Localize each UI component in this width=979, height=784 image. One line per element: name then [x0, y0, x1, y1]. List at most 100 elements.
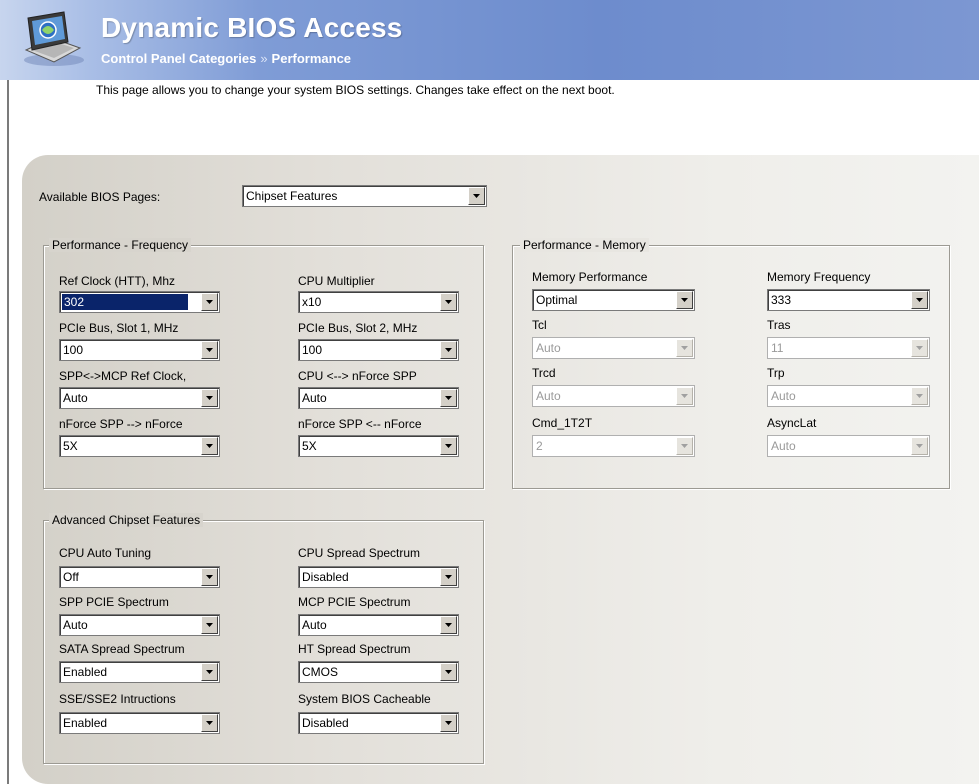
group-title: Performance - Memory: [520, 238, 649, 252]
sse-sse2-instructions-value: Enabled: [63, 716, 108, 730]
cpu-multiplier-select[interactable]: x10: [298, 291, 459, 313]
dropdown-arrow-button[interactable]: [440, 616, 457, 634]
ref-clock-select[interactable]: 302: [59, 291, 220, 313]
chevron-down-icon: [916, 444, 923, 448]
asynclat-label: AsyncLat: [767, 416, 817, 430]
chevron-down-icon: [206, 670, 213, 674]
memory-performance-value: Optimal: [536, 293, 578, 307]
spp-pcie-spectrum-select[interactable]: Auto: [59, 614, 220, 636]
pcie-slot2-select[interactable]: 100: [298, 339, 459, 361]
dropdown-arrow-button[interactable]: [201, 293, 218, 311]
chevron-down-icon: [206, 300, 213, 304]
memory-performance-select[interactable]: Optimal: [532, 289, 695, 311]
dropdown-arrow-button[interactable]: [440, 293, 457, 311]
trp-label: Trp: [767, 366, 785, 380]
nforce-spp-to-nforce-select[interactable]: 5X: [59, 435, 220, 457]
cmd-1t2t-select: 2: [532, 435, 695, 457]
cmd-1t2t-value: 2: [536, 439, 543, 453]
chevron-down-icon: [681, 444, 688, 448]
cpu-multiplier-value: x10: [302, 295, 322, 309]
dropdown-arrow-button[interactable]: [440, 714, 457, 732]
dropdown-arrow-button[interactable]: [440, 437, 457, 455]
pcie-slot1-value: 100: [63, 343, 84, 357]
chevron-down-icon: [681, 346, 688, 350]
intro-text: This page allows you to change your syst…: [96, 83, 615, 97]
nforce-spp-from-nforce-select[interactable]: 5X: [298, 435, 459, 457]
chevron-down-icon: [206, 444, 213, 448]
tcl-select: Auto: [532, 337, 695, 359]
chevron-down-icon: [916, 394, 923, 398]
mcp-pcie-spectrum-select[interactable]: Auto: [298, 614, 459, 636]
asynclat-select: Auto: [767, 435, 930, 457]
cpu-auto-tuning-label: CPU Auto Tuning: [59, 546, 152, 560]
ht-spread-spectrum-label: HT Spread Spectrum: [298, 642, 411, 656]
system-bios-cacheable-select[interactable]: Disabled: [298, 712, 459, 734]
dropdown-arrow-button[interactable]: [201, 616, 218, 634]
sse-sse2-instructions-select[interactable]: Enabled: [59, 712, 220, 734]
tras-label: Tras: [767, 318, 791, 332]
ht-spread-spectrum-select[interactable]: CMOS: [298, 661, 459, 683]
trp-value: Auto: [771, 389, 796, 403]
chevron-down-icon: [445, 444, 452, 448]
dropdown-arrow-button[interactable]: [201, 389, 218, 407]
cpu-spread-spectrum-select[interactable]: Disabled: [298, 566, 459, 588]
dropdown-arrow-button[interactable]: [201, 714, 218, 732]
chevron-down-icon: [445, 670, 452, 674]
dropdown-arrow-button: [676, 437, 693, 455]
system-bios-cacheable-value: Disabled: [302, 716, 349, 730]
dropdown-arrow-button[interactable]: [440, 568, 457, 586]
app-title: Dynamic BIOS Access: [101, 12, 403, 43]
spp-mcp-ref-clock-select[interactable]: Auto: [59, 387, 220, 409]
window-left-border: [7, 80, 9, 784]
ref-clock-label: Ref Clock (HTT), Mhz: [59, 274, 176, 288]
nforce-spp-from-nforce-value: 5X: [302, 439, 317, 453]
chevron-down-icon: [445, 348, 452, 352]
spp-mcp-ref-clock-value: Auto: [63, 391, 88, 405]
ht-spread-spectrum-value: CMOS: [302, 665, 338, 679]
cpu-nforce-spp-select[interactable]: Auto: [298, 387, 459, 409]
dropdown-arrow-button[interactable]: [468, 187, 485, 205]
chevron-down-icon: [445, 575, 452, 579]
chevron-down-icon: [473, 194, 480, 198]
cpu-auto-tuning-select[interactable]: Off: [59, 566, 220, 588]
pcie-slot1-select[interactable]: 100: [59, 339, 220, 361]
dropdown-arrow-button: [676, 387, 693, 405]
tras-value: 11: [771, 341, 784, 355]
memory-frequency-select[interactable]: 333: [767, 289, 930, 311]
trcd-value: Auto: [536, 389, 561, 403]
chevron-down-icon: [206, 721, 213, 725]
breadcrumb-current: Performance: [271, 51, 352, 66]
trcd-select: Auto: [532, 385, 695, 407]
dropdown-arrow-button: [676, 339, 693, 357]
breadcrumb: Control Panel Categories » Performance: [101, 51, 351, 66]
bios-pages-select[interactable]: Chipset Features: [242, 185, 487, 207]
dropdown-arrow-button[interactable]: [911, 291, 928, 309]
dropdown-arrow-button[interactable]: [201, 341, 218, 359]
pcie-slot1-label: PCIe Bus, Slot 1, MHz: [59, 321, 179, 335]
memory-frequency-label: Memory Frequency: [767, 270, 871, 284]
dropdown-arrow-button[interactable]: [201, 437, 218, 455]
dropdown-arrow-button[interactable]: [201, 568, 218, 586]
dropdown-arrow-button[interactable]: [201, 663, 218, 681]
cpu-auto-tuning-value: Off: [63, 570, 79, 584]
dropdown-arrow-button[interactable]: [440, 389, 457, 407]
mcp-pcie-spectrum-label: MCP PCIE Spectrum: [298, 595, 411, 609]
bios-window: Dynamic BIOS Access Control Panel Catego…: [0, 0, 979, 784]
memory-performance-label: Memory Performance: [532, 270, 648, 284]
dropdown-arrow-button[interactable]: [440, 341, 457, 359]
chevron-down-icon: [445, 623, 452, 627]
nforce-spp-to-nforce-value: 5X: [63, 439, 78, 453]
dropdown-arrow-button[interactable]: [676, 291, 693, 309]
tcl-value: Auto: [536, 341, 561, 355]
chevron-down-icon: [445, 721, 452, 725]
sata-spread-spectrum-label: SATA Spread Spectrum: [59, 642, 185, 656]
ref-clock-value: 302: [62, 294, 188, 310]
asynclat-value: Auto: [771, 439, 796, 453]
chevron-down-icon: [206, 348, 213, 352]
tcl-label: Tcl: [532, 318, 547, 332]
dropdown-arrow-button[interactable]: [440, 663, 457, 681]
system-bios-cacheable-label: System BIOS Cacheable: [298, 692, 431, 706]
pcie-slot2-label: PCIe Bus, Slot 2, MHz: [298, 321, 418, 335]
sata-spread-spectrum-select[interactable]: Enabled: [59, 661, 220, 683]
breadcrumb-root-link[interactable]: Control Panel Categories: [101, 51, 256, 66]
